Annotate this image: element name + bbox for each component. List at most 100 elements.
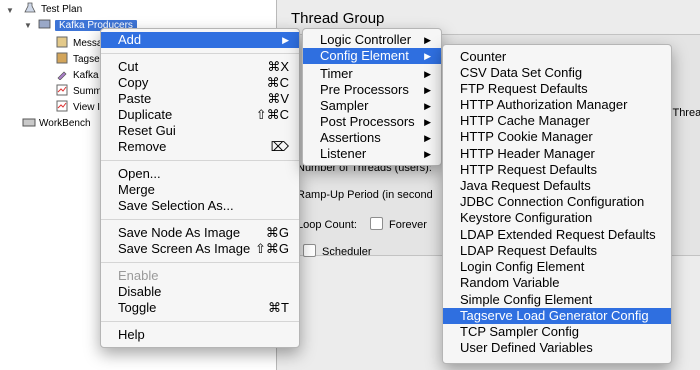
- menu-label: CSV Data Set Config: [460, 65, 583, 80]
- config-item-random-variable[interactable]: Random Variable: [443, 275, 671, 291]
- menu-label: Post Processors: [320, 114, 415, 129]
- menu-label: Listener: [320, 146, 367, 161]
- tree-node-item[interactable]: Tagse: [56, 52, 100, 68]
- config-item-tagserve-load-generator[interactable]: Tagserve Load Generator Config: [443, 308, 671, 324]
- tree-node-workbench[interactable]: WorkBench: [22, 116, 91, 132]
- config-item-login-config[interactable]: Login Config Element: [443, 259, 671, 275]
- config-item-counter[interactable]: Counter: [443, 49, 671, 65]
- tree-node-item[interactable]: Summ: [56, 84, 102, 100]
- config-item-ldap-extended[interactable]: LDAP Extended Request Defaults: [443, 227, 671, 243]
- config-item-http-authorization[interactable]: HTTP Authorization Manager: [443, 97, 671, 113]
- menu-separator: [101, 160, 299, 161]
- menu-label: Merge: [118, 182, 155, 197]
- tree-label: Tagse: [73, 54, 100, 65]
- sampler-icon: [56, 36, 70, 48]
- tree-label: Summ: [73, 86, 102, 97]
- menu-item-remove[interactable]: Remove ⌦: [101, 139, 299, 155]
- menu-item-merge[interactable]: Merge: [101, 182, 299, 198]
- submenu-item-config-element[interactable]: Config Element ▶: [303, 48, 441, 64]
- shortcut: ⌘T: [268, 300, 289, 315]
- submenu-arrow-icon: ▶: [424, 69, 431, 79]
- menu-item-toggle[interactable]: Toggle ⌘T: [101, 300, 299, 316]
- menu-item-open[interactable]: Open...: [101, 166, 299, 182]
- tree-node-item[interactable]: Messa: [56, 36, 102, 52]
- config-item-ftp-request-defaults[interactable]: FTP Request Defaults: [443, 81, 671, 97]
- thread-group-icon: [38, 18, 52, 30]
- menu-item-enable: Enable: [101, 268, 299, 284]
- delete-key-icon: ⌦: [270, 139, 289, 154]
- tree-node-item[interactable]: Kafka: [56, 68, 99, 84]
- config-item-simple-config[interactable]: Simple Config Element: [443, 292, 671, 308]
- menu-item-paste[interactable]: Paste ⌘V: [101, 91, 299, 107]
- shortcut: ⌘C: [266, 75, 289, 90]
- submenu-arrow-icon: ▶: [424, 85, 431, 95]
- expand-caret-icon[interactable]: ▼: [24, 21, 32, 30]
- menu-item-save-screen-image[interactable]: Save Screen As Image ⇧⌘G: [101, 241, 299, 257]
- shortcut: ⇧⌘C: [255, 107, 289, 122]
- config-item-http-request-defaults[interactable]: HTTP Request Defaults: [443, 162, 671, 178]
- flask-icon: [24, 2, 38, 14]
- context-menu: Add ▶ Cut ⌘X Copy ⌘C Paste ⌘V Duplicate ⇧⌘C R…: [100, 28, 300, 348]
- submenu-item-post-processors[interactable]: Post Processors ▶: [303, 114, 441, 130]
- panel-title: Thread Group: [291, 10, 385, 27]
- menu-separator: [101, 53, 299, 54]
- menu-label: HTTP Cache Manager: [460, 113, 590, 128]
- submenu-item-sampler[interactable]: Sampler ▶: [303, 98, 441, 114]
- menu-item-duplicate[interactable]: Duplicate ⇧⌘C: [101, 107, 299, 123]
- config-item-user-defined-variables[interactable]: User Defined Variables: [443, 340, 671, 356]
- menu-separator: [101, 219, 299, 220]
- config-item-csv-data-set[interactable]: CSV Data Set Config: [443, 65, 671, 81]
- menu-item-add[interactable]: Add ▶: [101, 32, 299, 48]
- loop-count-row: Loop Count: Forever: [297, 217, 427, 231]
- submenu-item-assertions[interactable]: Assertions ▶: [303, 130, 441, 146]
- menu-label: Pre Processors: [320, 82, 409, 97]
- menu-label: Paste: [118, 91, 152, 106]
- menu-item-help[interactable]: Help: [101, 327, 299, 343]
- submenu-arrow-icon: ▶: [282, 35, 289, 45]
- menu-label: Remove: [118, 139, 167, 154]
- config-item-ldap-request-defaults[interactable]: LDAP Request Defaults: [443, 243, 671, 259]
- menu-label: Help: [118, 327, 145, 342]
- menu-label: Tagserve Load Generator Config: [460, 308, 649, 323]
- tree-label: Messa: [73, 38, 103, 49]
- forever-checkbox[interactable]: [370, 217, 389, 231]
- submenu-arrow-icon: ▶: [424, 101, 431, 111]
- menu-item-save-node-image[interactable]: Save Node As Image ⌘G: [101, 225, 299, 241]
- config-item-jdbc-connection[interactable]: JDBC Connection Configuration: [443, 194, 671, 210]
- menu-label: Assertions: [320, 130, 381, 145]
- menu-separator: [101, 262, 299, 263]
- menu-item-copy[interactable]: Copy ⌘C: [101, 75, 299, 91]
- tree-node-test-plan[interactable]: Test Plan: [24, 2, 82, 18]
- config-item-java-request-defaults[interactable]: Java Request Defaults: [443, 178, 671, 194]
- shortcut: ⇧⌘G: [254, 241, 289, 256]
- config-item-tcp-sampler[interactable]: TCP Sampler Config: [443, 324, 671, 340]
- submenu-item-timer[interactable]: Timer ▶: [303, 66, 441, 82]
- menu-label: Copy: [118, 75, 149, 90]
- menu-item-cut[interactable]: Cut ⌘X: [101, 59, 299, 75]
- menu-label: Java Request Defaults: [460, 178, 591, 193]
- menu-label: Save Selection As...: [118, 198, 234, 213]
- expand-caret-icon[interactable]: ▼: [6, 6, 14, 15]
- menu-item-save-selection[interactable]: Save Selection As...: [101, 198, 299, 214]
- config-item-http-cache[interactable]: HTTP Cache Manager: [443, 113, 671, 129]
- pipette-icon: [56, 68, 70, 80]
- menu-label: Toggle: [118, 300, 157, 315]
- menu-item-disable[interactable]: Disable: [101, 284, 299, 300]
- menu-label: Duplicate: [118, 107, 173, 122]
- config-item-http-header[interactable]: HTTP Header Manager: [443, 146, 671, 162]
- submenu-item-logic-controller[interactable]: Logic Controller ▶: [303, 32, 441, 48]
- tree-label: View I: [73, 102, 101, 113]
- scheduler-checkbox[interactable]: [303, 244, 322, 258]
- config-item-http-cookie[interactable]: HTTP Cookie Manager: [443, 129, 671, 145]
- menu-item-reset-gui[interactable]: Reset Gui: [101, 123, 299, 139]
- menu-label: HTTP Header Manager: [460, 146, 595, 161]
- menu-label: HTTP Cookie Manager: [460, 129, 593, 144]
- submenu-item-listener[interactable]: Listener ▶: [303, 146, 441, 162]
- tree-node-item[interactable]: View I: [56, 100, 100, 116]
- config-item-keystore[interactable]: Keystore Configuration: [443, 210, 671, 226]
- menu-label: HTTP Authorization Manager: [460, 97, 628, 112]
- menu-label: HTTP Request Defaults: [460, 162, 598, 177]
- shortcut: ⌘X: [267, 59, 289, 74]
- menu-label: Sampler: [320, 98, 369, 113]
- submenu-item-pre-processors[interactable]: Pre Processors ▶: [303, 82, 441, 98]
